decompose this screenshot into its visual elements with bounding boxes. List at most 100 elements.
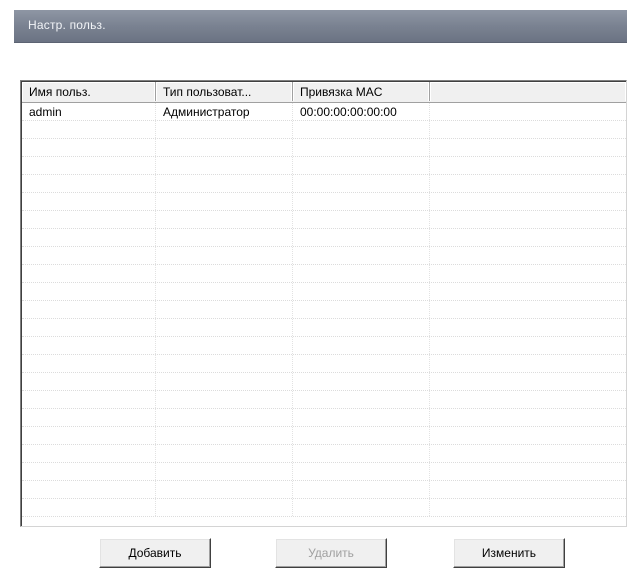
empty-cell [293,121,430,138]
empty-cell [156,265,293,282]
empty-table-row [22,409,626,427]
empty-table-row [22,463,626,481]
empty-table-row [22,427,626,445]
empty-cell [430,139,626,156]
empty-cell [156,301,293,318]
empty-cell [156,139,293,156]
empty-cell [430,355,626,372]
empty-table-row [22,337,626,355]
empty-cell [22,409,156,426]
empty-table-row [22,265,626,283]
empty-cell [156,211,293,228]
empty-table-row [22,319,626,337]
empty-cell [156,409,293,426]
empty-cell [156,229,293,246]
empty-cell [156,427,293,444]
empty-cell [22,175,156,192]
empty-cell [293,211,430,228]
empty-cell [293,445,430,462]
edit-user-button[interactable]: Изменить [453,538,565,568]
empty-cell [430,319,626,336]
empty-cell [156,283,293,300]
empty-cell [22,247,156,264]
empty-cell [22,337,156,354]
cell-mac-binding: 00:00:00:00:00:00 [293,103,430,120]
empty-cell [156,373,293,390]
empty-cell [293,373,430,390]
empty-cell [430,499,626,516]
empty-cell [156,319,293,336]
cell-username: admin [22,103,156,120]
empty-cell [293,319,430,336]
empty-cell [430,301,626,318]
empty-cell [22,121,156,138]
empty-cell [430,427,626,444]
empty-cell [430,193,626,210]
empty-cell [430,337,626,354]
users-list-rows: admin Администратор 00:00:00:00:00:00 [22,103,626,526]
empty-cell [22,355,156,372]
empty-table-row [22,355,626,373]
user-settings-window: Настр. польз. Имя польз. Тип пользоват..… [0,0,627,574]
empty-table-row [22,193,626,211]
empty-cell [22,229,156,246]
empty-cell [22,499,156,516]
empty-cell [293,247,430,264]
empty-cell [430,283,626,300]
empty-cell [22,391,156,408]
column-header-empty [430,82,626,101]
empty-cell [430,445,626,462]
empty-cell [22,481,156,498]
empty-table-row [22,157,626,175]
cell-empty [430,103,626,120]
empty-cell [22,319,156,336]
empty-cell [156,445,293,462]
empty-table-row [22,391,626,409]
empty-cell [156,193,293,210]
empty-cell [156,481,293,498]
empty-cell [293,463,430,480]
empty-cell [430,211,626,228]
empty-cell [293,157,430,174]
window-title: Настр. польз. [28,18,106,32]
empty-table-row [22,499,626,517]
column-header-user-type[interactable]: Тип пользоват... [156,82,293,101]
empty-cell [293,481,430,498]
empty-cell [22,463,156,480]
empty-cell [430,121,626,138]
empty-cell [430,373,626,390]
empty-cell [430,157,626,174]
table-row[interactable]: admin Администратор 00:00:00:00:00:00 [22,103,626,121]
empty-cell [430,265,626,282]
empty-cell [430,463,626,480]
add-user-button[interactable]: Добавить [99,538,211,568]
empty-cell [293,427,430,444]
empty-cell [430,409,626,426]
users-list[interactable]: Имя польз. Тип пользоват... Привязка MAC… [20,80,627,527]
empty-cell [156,121,293,138]
empty-cell [430,229,626,246]
column-header-mac-binding[interactable]: Привязка MAC [293,82,430,101]
empty-table-row [22,229,626,247]
empty-cell [22,283,156,300]
delete-user-button[interactable]: Удалить [275,538,387,568]
empty-rows [22,121,626,517]
empty-cell [22,427,156,444]
empty-table-row [22,211,626,229]
empty-cell [22,265,156,282]
empty-cell [293,355,430,372]
empty-cell [22,139,156,156]
window-titlebar: Настр. польз. [14,10,627,43]
empty-table-row [22,175,626,193]
empty-cell [293,229,430,246]
empty-cell [22,211,156,228]
empty-cell [293,409,430,426]
empty-cell [22,193,156,210]
empty-cell [22,157,156,174]
empty-cell [156,391,293,408]
empty-cell [293,265,430,282]
empty-table-row [22,301,626,319]
column-header-username[interactable]: Имя польз. [22,82,156,101]
empty-cell [293,337,430,354]
users-list-header: Имя польз. Тип пользоват... Привязка MAC [22,82,626,103]
